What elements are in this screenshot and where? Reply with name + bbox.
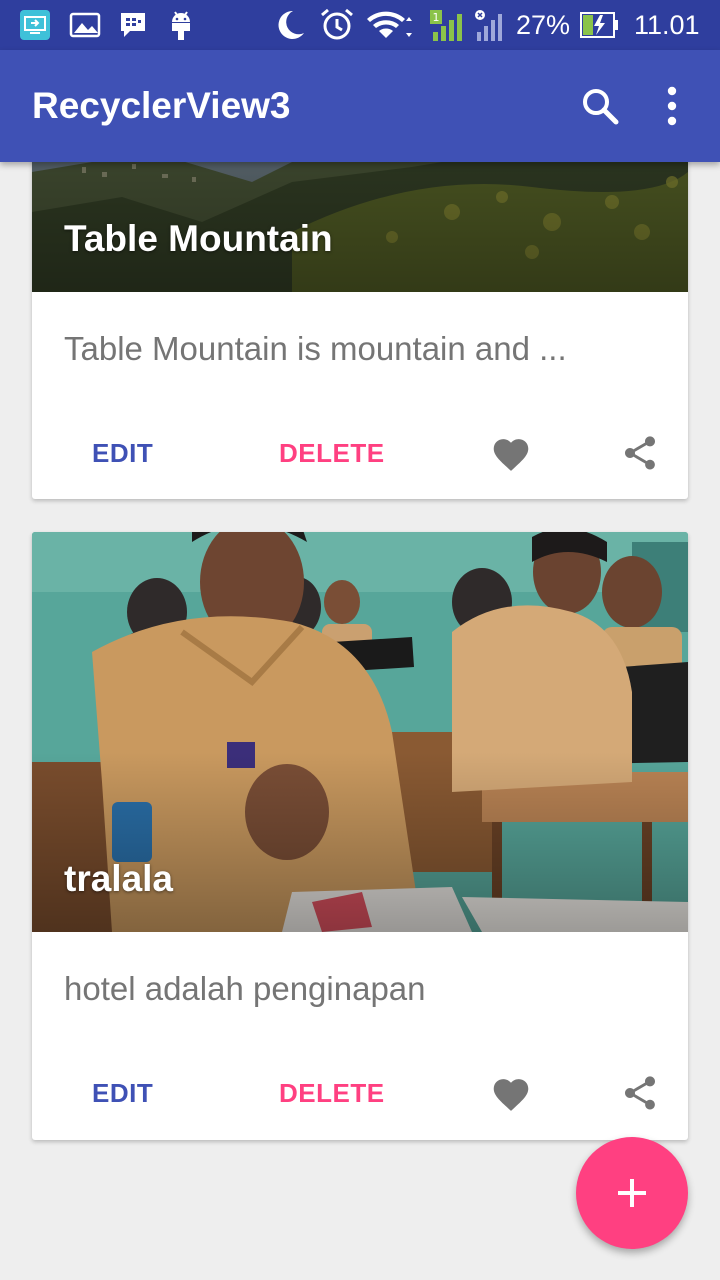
add-item-button[interactable] xyxy=(576,1137,688,1249)
edit-button[interactable]: EDIT xyxy=(92,429,153,477)
moon-icon xyxy=(272,8,308,42)
heart-icon[interactable] xyxy=(483,1065,539,1121)
app-bar: RecyclerView3 xyxy=(0,50,720,162)
clock: 11.01 xyxy=(634,10,700,40)
delete-button[interactable]: DELETE xyxy=(279,429,385,477)
signal-sim1-icon: 1 xyxy=(428,8,468,42)
search-icon[interactable] xyxy=(572,78,628,134)
gallery-icon xyxy=(68,8,102,42)
plus-icon xyxy=(615,1176,649,1210)
overflow-menu-icon[interactable] xyxy=(644,78,700,134)
edit-button[interactable]: EDIT xyxy=(92,1069,153,1117)
delete-button[interactable]: DELETE xyxy=(279,1069,385,1117)
svg-text:1: 1 xyxy=(433,11,440,24)
battery-percent: 27% xyxy=(516,10,571,40)
app-title: RecyclerView3 xyxy=(32,85,291,126)
share-icon[interactable] xyxy=(612,1065,668,1121)
share-icon[interactable] xyxy=(612,425,668,481)
heart-icon[interactable] xyxy=(483,425,539,481)
android-icon xyxy=(164,8,198,42)
wifi-icon xyxy=(364,8,416,42)
battery-charging-icon xyxy=(580,8,620,42)
alarm-icon xyxy=(318,8,356,42)
screen-share-icon xyxy=(18,8,52,42)
bbm-icon xyxy=(116,8,150,42)
status-bar: 1 27% 11.01 xyxy=(0,0,720,50)
card-description: Table Mountain is mountain and ... xyxy=(64,330,567,367)
signal-sim2-icon xyxy=(472,8,508,42)
list-item-card: Table Mountain Table Mountain is mountai… xyxy=(32,162,688,499)
card-description: hotel adalah penginapan xyxy=(64,970,426,1007)
card-title: tralala xyxy=(64,858,174,899)
recycler-list[interactable]: Table Mountain Table Mountain is mountai… xyxy=(0,162,720,1280)
card-title: Table Mountain xyxy=(64,218,333,259)
list-item-card: tralala hotel adalah penginapan EDIT DEL… xyxy=(32,532,688,1140)
